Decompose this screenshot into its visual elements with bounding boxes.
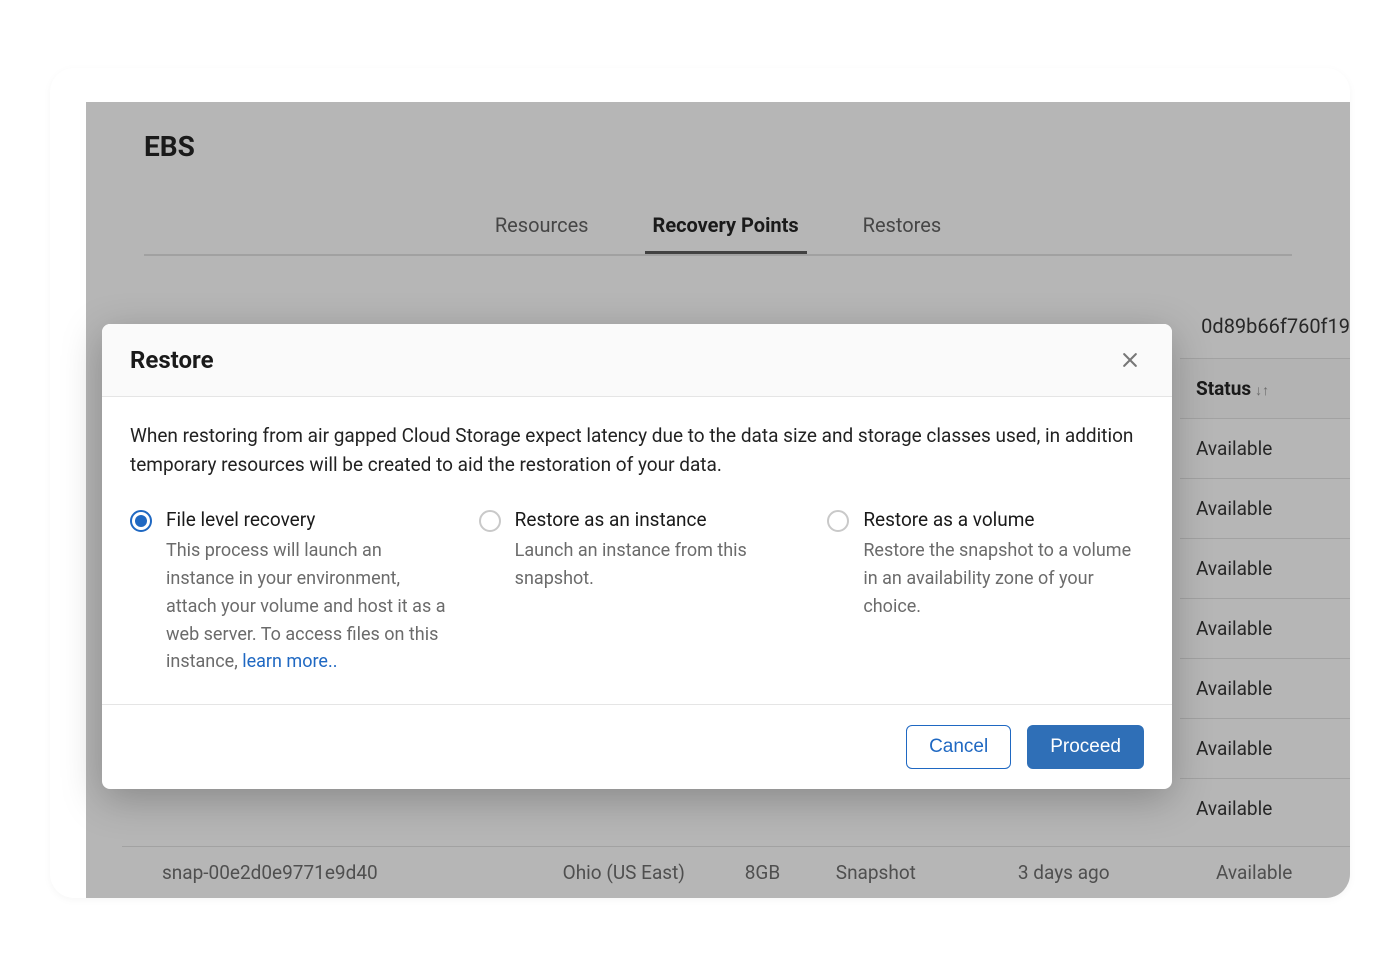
option-restore-as-instance[interactable]: Restore as an instance Launch an instanc… xyxy=(479,508,796,676)
option-label: Restore as a volume xyxy=(863,508,1144,531)
radio-file-level-recovery[interactable] xyxy=(130,510,152,532)
close-icon xyxy=(1120,350,1140,370)
option-description: Restore the snapshot to a volume in an a… xyxy=(863,537,1144,621)
modal-header: Restore xyxy=(102,324,1172,397)
proceed-button[interactable]: Proceed xyxy=(1027,725,1144,769)
option-description: Launch an instance from this snapshot. xyxy=(515,537,796,593)
modal-footer: Cancel Proceed xyxy=(102,704,1172,789)
modal-description: When restoring from air gapped Cloud Sto… xyxy=(130,421,1144,480)
restore-modal: Restore When restoring from air gapped C… xyxy=(102,324,1172,789)
radio-restore-as-instance[interactable] xyxy=(479,510,501,532)
app-window: EBS Resources Recovery Points Restores 0… xyxy=(50,68,1350,898)
option-label: File level recovery xyxy=(166,508,447,531)
option-restore-as-volume[interactable]: Restore as a volume Restore the snapshot… xyxy=(827,508,1144,676)
close-button[interactable] xyxy=(1116,346,1144,374)
radio-restore-as-volume[interactable] xyxy=(827,510,849,532)
modal-title: Restore xyxy=(130,346,214,374)
learn-more-link[interactable]: learn more.. xyxy=(242,651,337,672)
option-file-level-recovery[interactable]: File level recovery This process will la… xyxy=(130,508,447,676)
option-label: Restore as an instance xyxy=(515,508,796,531)
cancel-button[interactable]: Cancel xyxy=(906,725,1011,769)
restore-options: File level recovery This process will la… xyxy=(130,508,1144,676)
option-description: This process will launch an instance in … xyxy=(166,537,447,676)
